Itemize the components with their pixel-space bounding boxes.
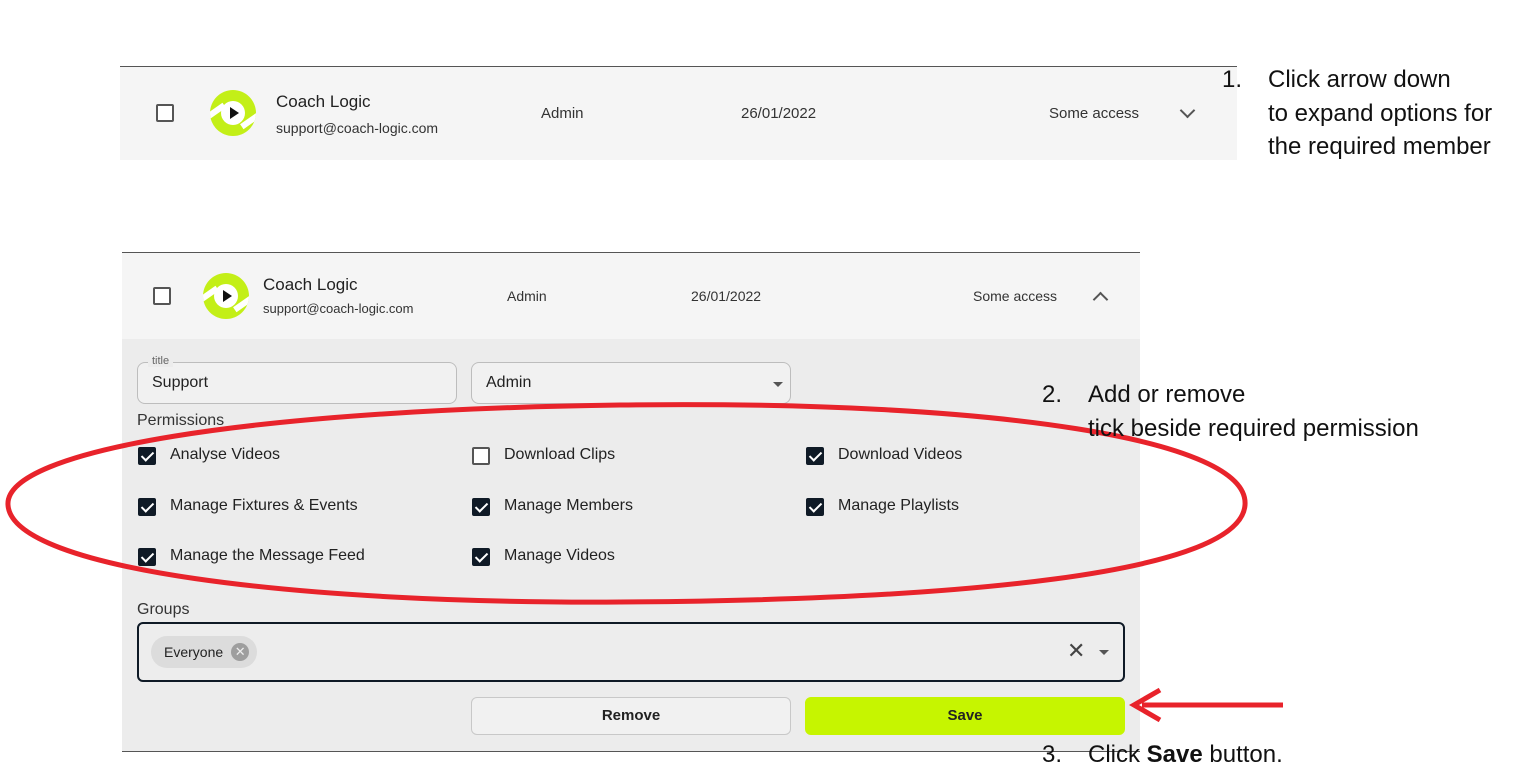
step-2-line: tick beside required permission: [1088, 414, 1419, 442]
step-2-number: 2.: [1042, 381, 1063, 408]
step-3-text: Click: [1088, 741, 1147, 768]
step-3-text-end: button.: [1202, 741, 1283, 768]
step-3-bold: Save: [1146, 741, 1203, 768]
step-1-line: Click arrow down: [1268, 66, 1451, 93]
arrow-left-icon: [1128, 687, 1283, 723]
permissions-highlight-ellipse: [5, 402, 1248, 605]
step-3-number: 3.: [1042, 741, 1063, 768]
step-1-number: 1.: [1222, 66, 1243, 93]
step-1-line: to expand options for: [1268, 99, 1493, 127]
step-1-line: the required member: [1268, 133, 1491, 160]
annotation-step-3: 3. Click Save button.: [1042, 738, 1512, 774]
step-2-line: Add or remove: [1088, 381, 1246, 408]
